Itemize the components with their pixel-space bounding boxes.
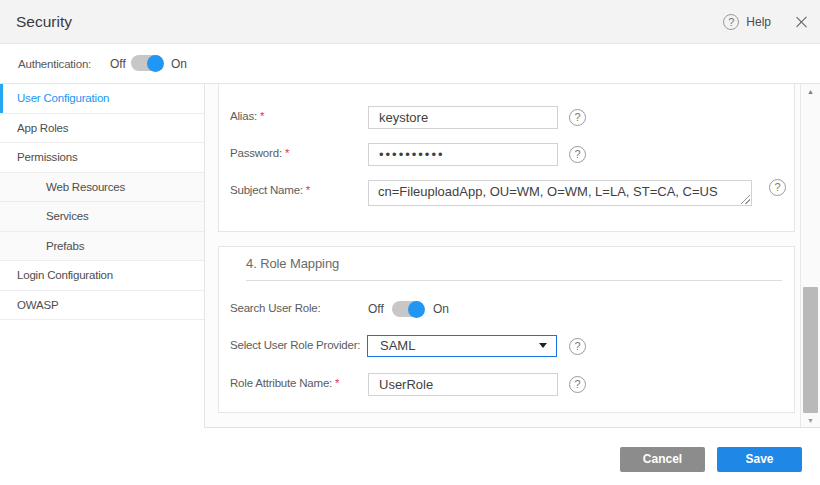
nav-item-user-configuration[interactable]: User Configuration: [0, 84, 204, 114]
page-title: Security: [16, 13, 72, 31]
scrollbar[interactable]: ▲ ▼: [800, 84, 820, 428]
password-help-icon[interactable]: [569, 146, 586, 163]
subject-name-label: Subject Name:*: [230, 184, 310, 196]
required-marker: *: [306, 184, 310, 196]
help-icon[interactable]: [723, 14, 739, 30]
role-mapping-title: 4. Role Mapping: [246, 256, 339, 271]
nav-item-services[interactable]: Services: [0, 202, 204, 232]
settings-nav: User Configuration App Roles Permissions…: [0, 84, 205, 428]
alias-input[interactable]: [368, 106, 558, 129]
scroll-down-icon[interactable]: ▼: [801, 417, 820, 424]
authentication-off-label: Off: [110, 57, 126, 71]
dropdown-arrow-icon: [539, 343, 547, 348]
authentication-toggle[interactable]: [131, 55, 163, 71]
header-actions: Help: [723, 0, 808, 44]
authentication-row: Authentication: Off On: [0, 44, 820, 84]
nav-item-owasp[interactable]: OWASP: [0, 291, 204, 321]
resize-handle[interactable]: [741, 195, 750, 204]
nav-item-prefabs[interactable]: Prefabs: [0, 232, 204, 262]
cancel-button[interactable]: Cancel: [620, 447, 705, 472]
help-link[interactable]: Help: [746, 15, 771, 29]
close-icon[interactable]: [795, 16, 808, 29]
authentication-label: Authentication:: [18, 58, 91, 70]
nav-item-login-configuration[interactable]: Login Configuration: [0, 261, 204, 291]
subject-name-help-icon[interactable]: [769, 179, 786, 196]
role-attribute-help-icon[interactable]: [569, 376, 586, 393]
password-input[interactable]: [368, 143, 558, 166]
scroll-up-icon[interactable]: ▲: [801, 88, 820, 95]
search-role-on-label: On: [433, 302, 449, 316]
search-user-role-label: Search User Role:: [230, 302, 321, 314]
dialog-header: Security Help: [0, 0, 820, 44]
required-marker: *: [285, 147, 289, 159]
search-role-off-label: Off: [368, 302, 384, 316]
role-attribute-label: Role Attribute Name:*: [230, 377, 340, 389]
scrollbar-thumb[interactable]: [803, 287, 818, 413]
alias-help-icon[interactable]: [569, 109, 586, 126]
required-marker: *: [260, 110, 264, 122]
role-provider-label: Select User Role Provider:: [230, 339, 360, 351]
dialog-footer: Cancel Save: [205, 428, 820, 485]
subject-name-textarea[interactable]: cn=FileuploadApp, OU=WM, O=WM, L=LA, ST=…: [368, 180, 752, 206]
save-button[interactable]: Save: [717, 447, 802, 472]
role-attribute-input[interactable]: [368, 373, 558, 396]
search-user-role-toggle[interactable]: [392, 301, 424, 317]
required-marker: *: [335, 377, 339, 389]
nav-item-permissions[interactable]: Permissions: [0, 143, 204, 173]
nav-item-web-resources[interactable]: Web Resources: [0, 173, 204, 203]
role-provider-help-icon[interactable]: [569, 338, 586, 355]
form-scroll-area: Alias:* Password:* Subject Name:* cn=Fil…: [205, 84, 820, 428]
nav-item-app-roles[interactable]: App Roles: [0, 114, 204, 144]
security-dialog: Security Help Authentication: Off On Use…: [0, 0, 820, 485]
password-label: Password:*: [230, 147, 289, 159]
user-role-provider-select[interactable]: SAML: [367, 335, 557, 357]
section-divider: [246, 280, 782, 281]
alias-label: Alias:*: [230, 110, 264, 122]
authentication-on-label: On: [171, 57, 187, 71]
